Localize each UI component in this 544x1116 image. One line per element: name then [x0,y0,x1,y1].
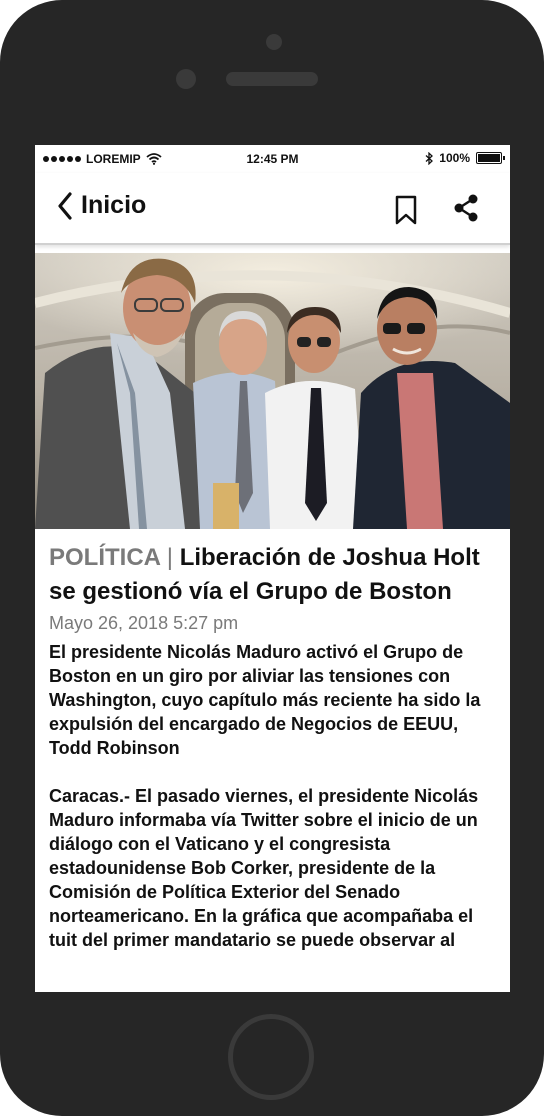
bookmark-button[interactable] [395,195,417,230]
article: POLÍTICA | Liberación de Joshua Holt se … [49,541,501,952]
category-separator: | [166,544,174,571]
share-icon [454,194,478,222]
hero-photo[interactable] [35,253,510,529]
article-headline: POLÍTICA | Liberación de Joshua Holt se … [49,541,501,609]
status-right: 100% [425,151,505,165]
article-lede: El presidente Nicolás Maduro activó el G… [49,642,481,758]
phone-frame: LOREMIP 12:45 PM 100% Inicio POLÍTICA | … [0,0,544,1116]
home-button[interactable] [228,1014,314,1100]
chevron-left-icon [58,191,72,220]
back-button[interactable]: Inicio [57,191,146,220]
battery-icon [476,152,505,164]
publish-date: Mayo 26, 2018 5:27 pm [49,613,239,633]
bookmark-icon [395,195,417,225]
front-camera [266,34,282,50]
proximity-sensor [176,69,196,89]
back-label: Inicio [81,191,147,219]
photo-icon [35,253,510,529]
status-bar: LOREMIP 12:45 PM 100% [35,145,510,173]
article-body: Caracas.- El pasado viernes, el presiden… [49,786,479,950]
navigation-bar: Inicio [35,173,510,245]
screen: LOREMIP 12:45 PM 100% Inicio POLÍTICA | … [35,145,510,992]
earpiece-speaker [226,72,318,86]
share-button[interactable] [452,193,480,228]
battery-percentage: 100% [439,151,470,165]
bluetooth-icon [425,151,434,165]
category-label[interactable]: POLÍTICA [49,544,160,571]
